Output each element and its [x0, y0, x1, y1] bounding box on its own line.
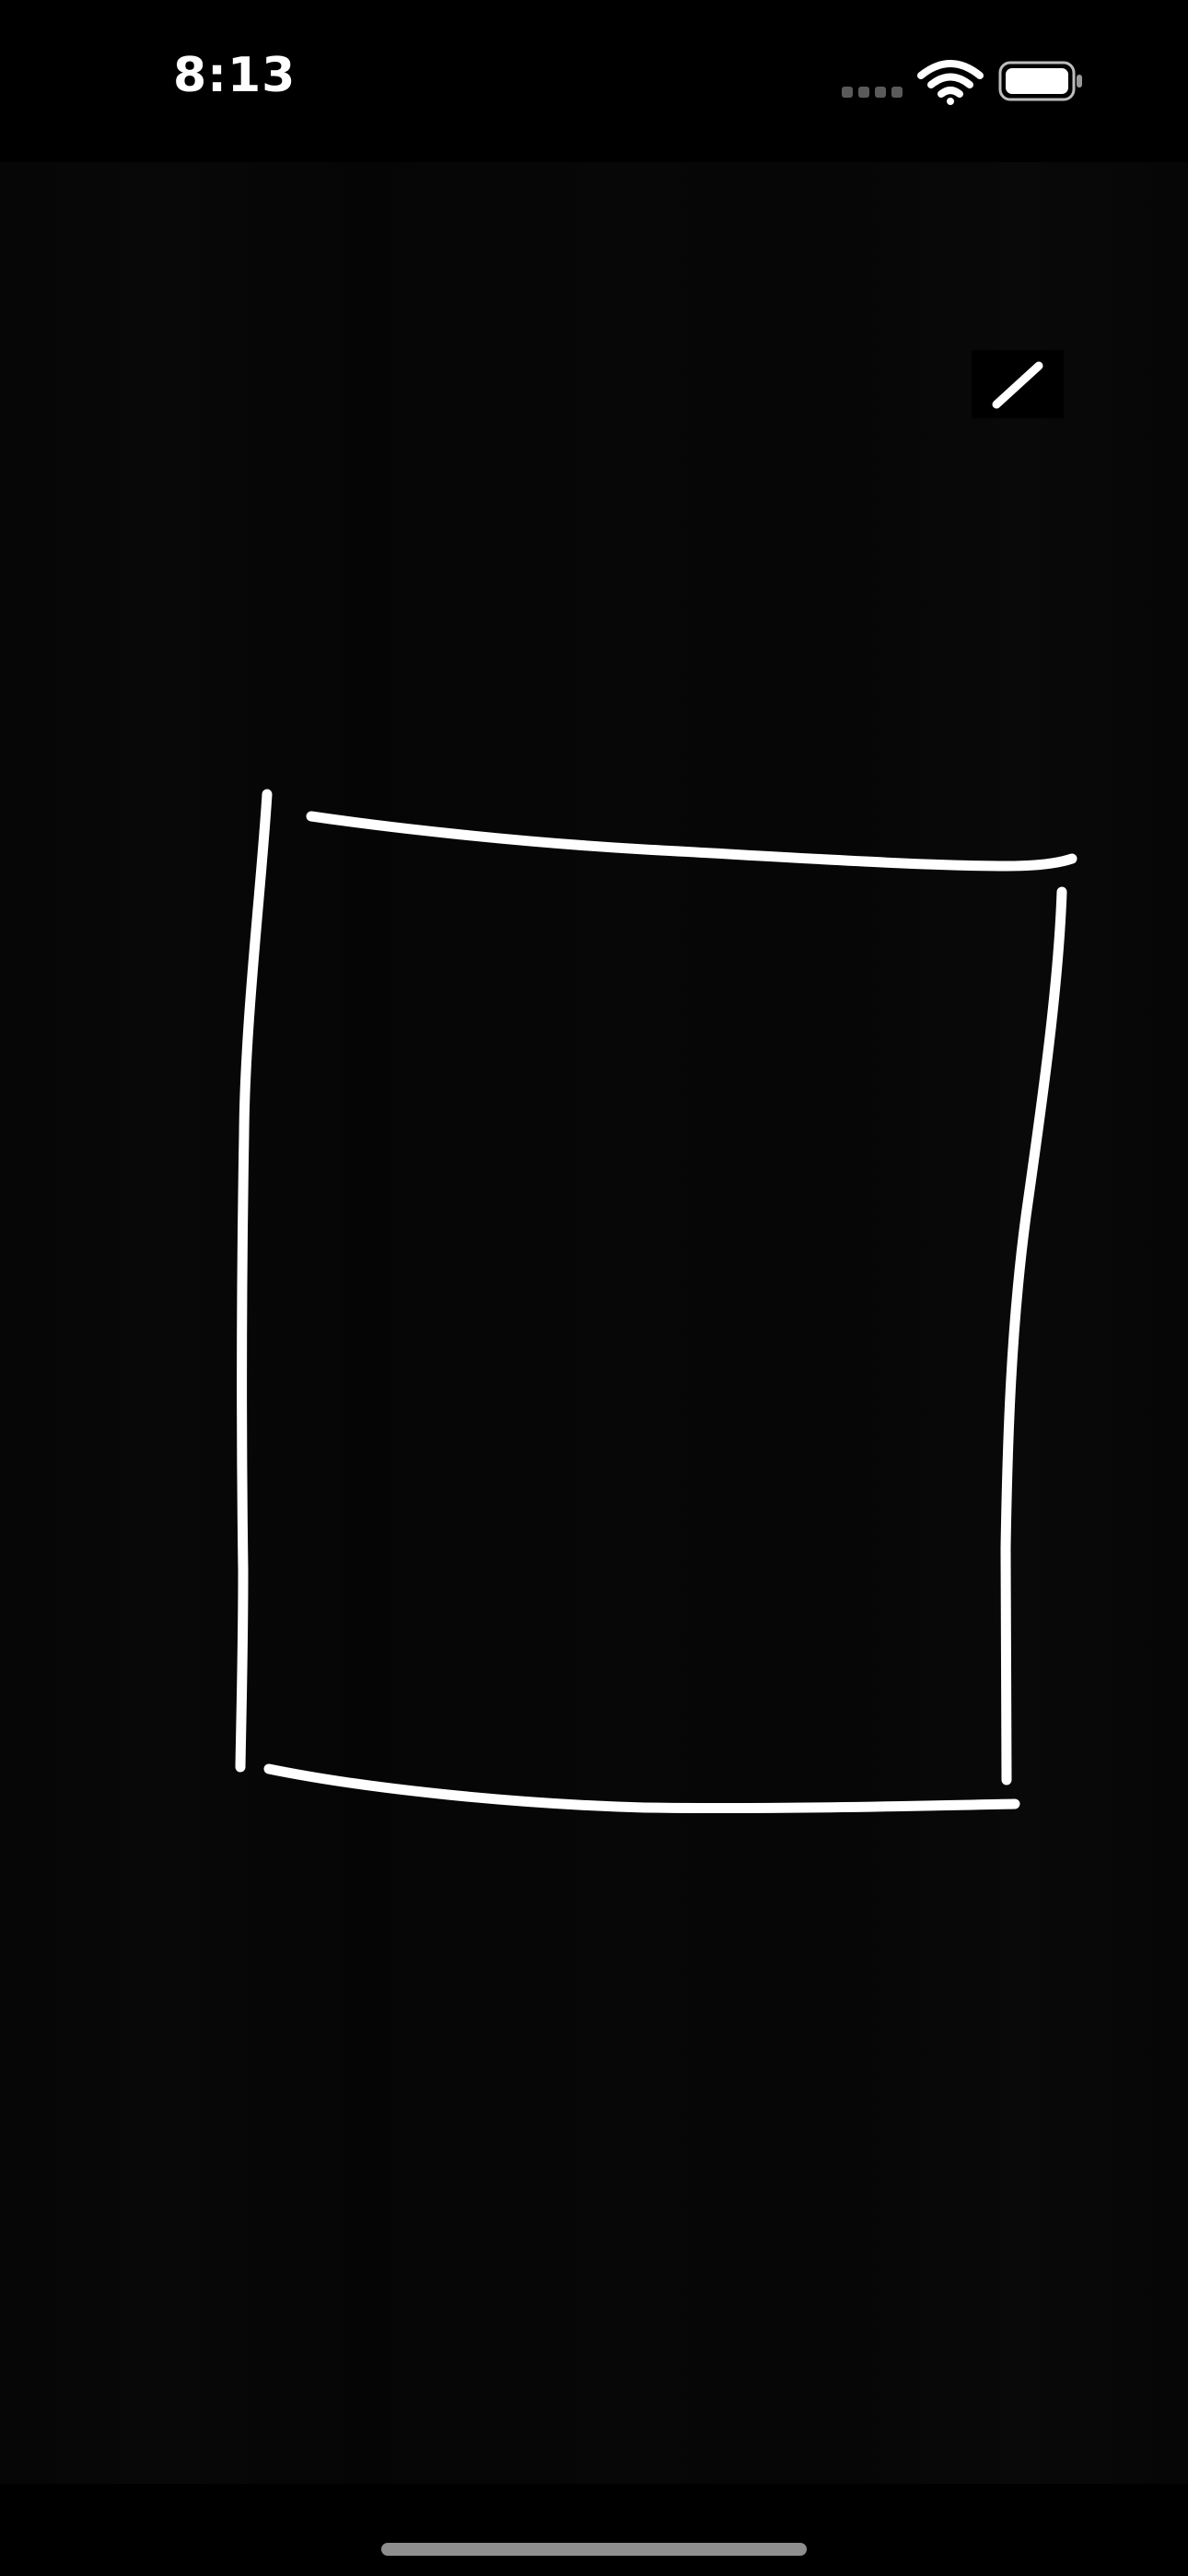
wifi-icon — [917, 60, 984, 105]
status-time: 8:13 — [173, 48, 297, 103]
home-bar-area — [0, 2484, 1188, 2576]
drawing-canvas[interactable] — [0, 162, 1188, 2484]
status-bar: 8:13 — [0, 0, 1188, 162]
stroke-top — [306, 811, 1077, 872]
battery-icon — [998, 61, 1082, 101]
home-indicator[interactable] — [381, 2543, 807, 2556]
cellular-signal-icon — [842, 87, 903, 98]
stroke-right — [1000, 886, 1067, 1786]
drawn-rectangle — [235, 789, 1077, 1814]
status-icons — [842, 60, 1082, 105]
pen-tool-button[interactable] — [972, 350, 1064, 418]
stroke-bottom — [263, 1763, 1020, 1814]
pen-tool-icon — [992, 361, 1043, 409]
stroke-left — [235, 789, 273, 1773]
